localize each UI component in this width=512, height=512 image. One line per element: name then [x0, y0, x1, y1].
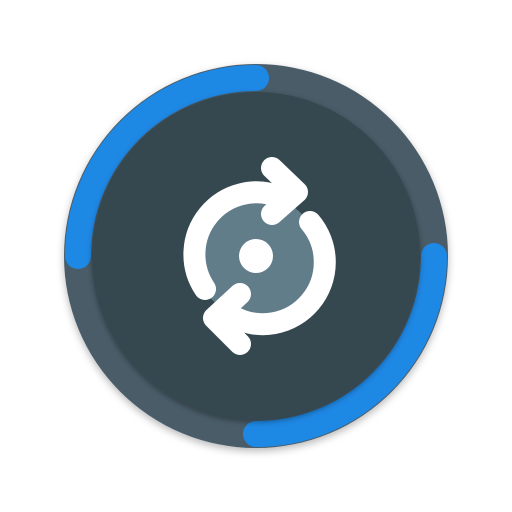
center-dot [239, 239, 273, 273]
app-icon [0, 0, 512, 512]
sync-app-icon [64, 64, 448, 448]
